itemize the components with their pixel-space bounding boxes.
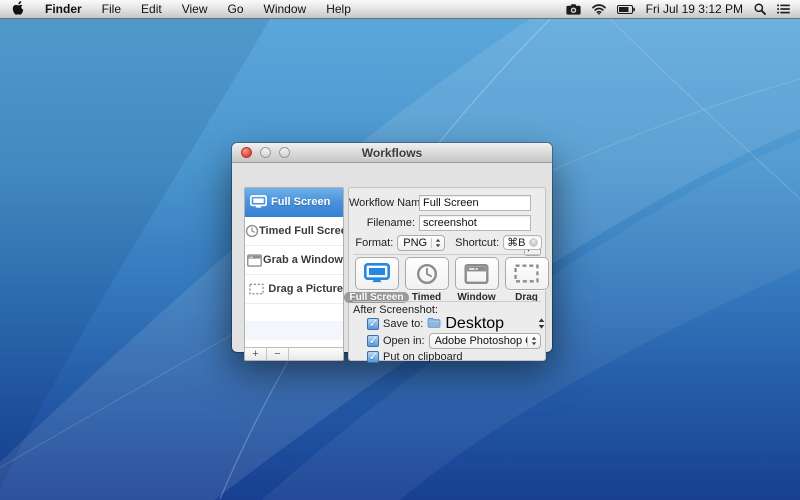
separator	[353, 301, 541, 302]
menu-list-icon[interactable]	[777, 4, 790, 14]
shortcut-input[interactable]: ⌘B ✕	[503, 235, 542, 250]
menu-item-file[interactable]: File	[92, 0, 131, 18]
capture-type-window[interactable]: Window	[454, 257, 499, 303]
remove-workflow-button[interactable]: −	[267, 348, 289, 360]
camera-status-icon[interactable]	[566, 4, 581, 15]
after-screenshot-heading: After Screenshot:	[353, 304, 438, 316]
format-label: Format:	[349, 237, 393, 249]
apple-logo-icon	[12, 1, 24, 18]
window-content: Full Screen Timed Full Screen	[232, 163, 552, 351]
popup-arrows-icon	[538, 318, 545, 329]
open-in-label: Open in:	[383, 335, 425, 347]
capture-type-full-screen[interactable]: Full Screen	[354, 257, 399, 303]
popup-arrows-icon	[431, 238, 442, 248]
clock-icon	[405, 257, 449, 290]
workflow-item-full-screen[interactable]: Full Screen	[245, 188, 343, 217]
menu-bar-clock[interactable]: Fri Jul 19 3:12 PM	[646, 2, 743, 16]
separator	[353, 254, 541, 255]
window-icon	[245, 254, 263, 267]
workflow-item-label: Grab a Window	[263, 254, 343, 266]
close-button[interactable]	[241, 147, 252, 158]
apple-menu[interactable]	[0, 0, 35, 18]
menu-item-window[interactable]: Window	[254, 0, 317, 18]
menu-item-edit[interactable]: Edit	[131, 0, 172, 18]
filename-input[interactable]	[419, 215, 531, 231]
display-icon	[245, 195, 271, 209]
menu-item-help[interactable]: Help	[316, 0, 361, 18]
window-icon	[455, 257, 499, 290]
marquee-icon	[245, 283, 268, 295]
save-to-checkbox[interactable]	[367, 318, 379, 330]
minimize-button[interactable]	[260, 147, 271, 158]
filename-label: Filename:	[349, 217, 415, 229]
workflow-list: Full Screen Timed Full Screen	[244, 187, 344, 361]
wifi-status-icon[interactable]	[592, 4, 606, 15]
menu-item-finder[interactable]: Finder	[35, 0, 92, 18]
workflow-item-label: Full Screen	[271, 196, 330, 208]
save-to-value: Desktop	[445, 315, 504, 333]
shortcut-label: Shortcut:	[455, 237, 499, 249]
clipboard-label: Put on clipboard	[383, 351, 463, 363]
workflow-list-footer: + −	[245, 347, 343, 360]
desktop: Finder File Edit View Go Window Help	[0, 0, 800, 500]
workflow-item-label: Drag a Picture	[268, 283, 343, 295]
workflow-detail-pane: Workflow Name: Filename:	[348, 187, 546, 361]
workflow-name-label: Workflow Name:	[349, 197, 415, 209]
workflow-item-grab-a-window[interactable]: Grab a Window	[245, 246, 343, 275]
capture-type-drag[interactable]: Drag	[504, 257, 549, 303]
menu-bar: Finder File Edit View Go Window Help	[0, 0, 800, 19]
spotlight-icon[interactable]	[754, 3, 766, 15]
zoom-button[interactable]	[279, 147, 290, 158]
window-title: Workflows	[362, 146, 422, 160]
open-in-checkbox[interactable]	[367, 335, 379, 347]
workflow-item-timed-full-screen[interactable]: Timed Full Screen	[245, 217, 343, 246]
format-value: PNG	[403, 237, 427, 249]
clipboard-checkbox[interactable]	[367, 351, 379, 363]
workflows-window: Workflows Full Screen	[232, 143, 552, 352]
battery-status-icon[interactable]	[617, 5, 635, 14]
menu-item-go[interactable]: Go	[218, 0, 254, 18]
folder-icon	[427, 315, 441, 333]
capture-type-timed[interactable]: Timed	[404, 257, 449, 303]
save-to-label: Save to:	[383, 318, 423, 330]
open-in-value: Adobe Photoshop CS5	[435, 335, 527, 347]
workflow-name-input[interactable]	[419, 195, 531, 211]
marquee-icon	[505, 257, 549, 290]
format-popup[interactable]: PNG	[397, 235, 445, 251]
shortcut-value: ⌘B	[507, 236, 525, 249]
workflow-item-drag-a-picture[interactable]: Drag a Picture	[245, 275, 343, 304]
capture-type-buttons: Full Screen Timed	[354, 257, 549, 303]
save-to-popup[interactable]: Desktop	[427, 315, 545, 333]
open-in-popup[interactable]: Adobe Photoshop CS5	[429, 333, 541, 349]
clear-shortcut-icon[interactable]: ✕	[529, 238, 538, 247]
clock-icon	[245, 224, 259, 238]
display-icon	[355, 257, 399, 290]
add-workflow-button[interactable]: +	[245, 348, 267, 360]
window-titlebar[interactable]: Workflows	[232, 143, 552, 163]
popup-arrows-icon	[527, 336, 538, 346]
workflow-item-label: Timed Full Screen	[259, 225, 344, 237]
menu-item-view[interactable]: View	[172, 0, 218, 18]
